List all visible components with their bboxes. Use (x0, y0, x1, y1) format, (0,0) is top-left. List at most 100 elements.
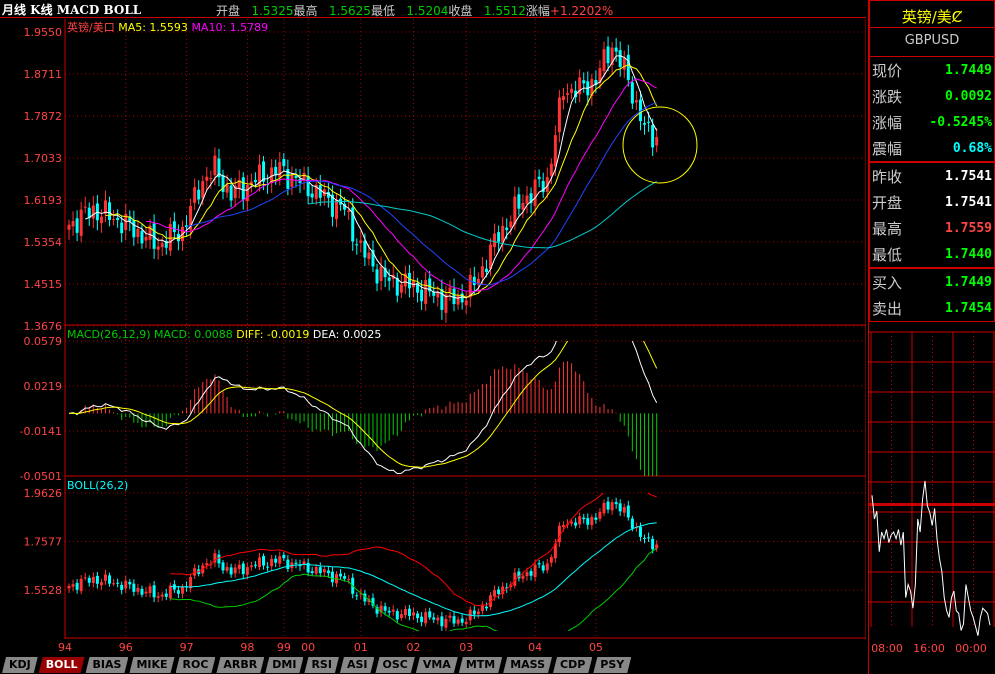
header-bar: 月线 K线 MACD BOLL 开盘 1.5325最高 1.5625最低 1.5… (0, 0, 866, 18)
instrument-name: 英镑/美Ȼ (869, 0, 995, 28)
tab-bias[interactable]: BIAS (86, 657, 129, 673)
candle-up (278, 161, 282, 178)
candle-up (391, 609, 395, 612)
time-label: 08:00 (871, 642, 903, 655)
tab-cdp[interactable]: CDP (553, 657, 592, 673)
candle-up (225, 566, 229, 571)
macd-legend-name: MACD(26,12,9) (67, 328, 151, 341)
candle-up (379, 266, 383, 281)
candle-up (245, 184, 249, 202)
boll-tick-label: 1.9626 (24, 487, 63, 500)
diff-value: DIFF: -0.0019 (236, 328, 310, 341)
candle-up (610, 502, 614, 511)
price-tick-label: 1.3676 (24, 320, 63, 333)
intraday-chart[interactable]: 08:00 16:00 00:00 (869, 322, 995, 657)
tab-asi[interactable]: ASI (340, 657, 375, 673)
candle-up (622, 506, 626, 513)
tab-mtm[interactable]: MTM (459, 657, 502, 673)
candle-up (347, 579, 351, 581)
candle-down (651, 538, 655, 550)
tab-rsi[interactable]: RSI (304, 657, 339, 673)
candle-down (116, 217, 120, 221)
tab-roc[interactable]: ROC (176, 657, 216, 673)
candle-down (586, 518, 590, 525)
quote-label: 开盘 (872, 193, 903, 212)
candle-down (128, 582, 132, 585)
high-label: 最高 (293, 4, 318, 18)
candle-down (306, 175, 310, 197)
candle-up (399, 614, 403, 619)
tab-mike[interactable]: MIKE (129, 657, 174, 673)
candle-up (79, 209, 83, 236)
candle-up (270, 558, 274, 567)
candle-down (460, 618, 464, 623)
candle-up (225, 184, 229, 193)
candle-up (99, 216, 103, 224)
candle-up (476, 611, 480, 615)
candle-up (464, 621, 468, 625)
x-tick-label: 98 (240, 641, 254, 654)
candle-up (501, 225, 505, 242)
candle-up (79, 578, 83, 592)
tab-boll[interactable]: BOLL (39, 657, 85, 673)
candle-down (75, 218, 79, 233)
candle-down (318, 184, 322, 198)
tab-osc[interactable]: OSC (375, 657, 414, 673)
candle-up (249, 565, 253, 568)
candle-up (549, 163, 553, 176)
tab-kdj[interactable]: KDJ (2, 657, 38, 673)
candle-down (274, 558, 278, 563)
quote-value: 0.0092 (945, 88, 992, 104)
candle-up (549, 557, 553, 563)
candle-up (112, 583, 116, 585)
candle-down (484, 268, 488, 273)
quote-value: -0.5245% (929, 114, 992, 130)
change-value: +1.2202% (549, 4, 614, 18)
candle-up (424, 612, 428, 624)
candle-up (566, 93, 570, 95)
candle-up (622, 57, 626, 70)
candle-up (103, 574, 107, 581)
candle-down (626, 505, 630, 518)
quote-label: 现价 (872, 61, 903, 80)
candle-down (529, 571, 533, 576)
quote-label: 最低 (872, 245, 903, 264)
quote-label: 震幅 (872, 139, 903, 158)
price-tick-label: 1.9550 (24, 26, 63, 39)
price-tick-label: 1.7872 (24, 110, 63, 123)
candle-down (582, 80, 586, 84)
candle-up (205, 176, 209, 181)
bid-ask-group: 买入 1.7449 卖出 1.7454 (869, 268, 995, 322)
candle-down (428, 611, 432, 618)
candle-down (440, 289, 444, 310)
candle-up (561, 96, 565, 101)
candle-down (286, 559, 290, 569)
candle-down (318, 567, 322, 574)
candle-up (71, 221, 75, 227)
candle-down (294, 175, 298, 178)
tab-psy[interactable]: PSY (593, 657, 631, 673)
candle-down (420, 616, 424, 623)
quote-row: 昨收 1.7541 (870, 163, 994, 189)
quote-row: 买入 1.7449 (870, 269, 994, 295)
tab-dmi[interactable]: DMI (265, 657, 303, 673)
tab-vma[interactable]: VMA (416, 657, 458, 673)
tab-mass[interactable]: MASS (503, 657, 552, 673)
candle-up (144, 236, 148, 241)
candle-up (168, 585, 172, 599)
candle-down (626, 54, 630, 80)
candle-down (95, 575, 99, 584)
candle-up (124, 580, 128, 589)
ma30-line (186, 102, 657, 286)
x-tick-label: 97 (180, 641, 194, 654)
price-legend-name: 英镑/美口 (67, 21, 115, 34)
time-label: 00:00 (955, 642, 987, 655)
candle-down (643, 123, 647, 125)
tab-arbr[interactable]: ARBR (216, 657, 264, 673)
candle-down (253, 564, 257, 566)
candle-down (618, 50, 622, 68)
candle-up (456, 619, 460, 624)
candle-down (262, 556, 266, 566)
candle-up (521, 575, 525, 579)
candle-up (347, 210, 351, 212)
